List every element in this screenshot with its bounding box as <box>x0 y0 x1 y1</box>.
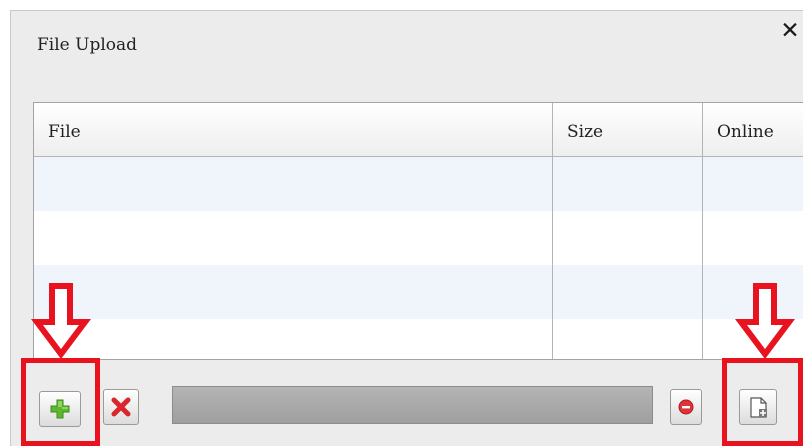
file-upload-dialog: File Upload File Size Online <box>10 10 803 446</box>
table-row[interactable] <box>34 211 803 265</box>
close-icon: ✕ <box>780 18 800 44</box>
down-arrow-icon <box>735 283 795 358</box>
column-header-online[interactable]: Online <box>702 103 803 156</box>
close-button[interactable]: ✕ <box>778 19 802 43</box>
column-divider <box>552 157 553 359</box>
red-x-icon <box>111 397 131 417</box>
highlight-box-add <box>21 358 100 446</box>
minus-circle-icon <box>678 399 694 415</box>
title-bar: File Upload <box>11 11 803 81</box>
grid-rows <box>34 157 803 359</box>
grid-header: File Size Online <box>34 103 803 157</box>
table-row[interactable] <box>34 319 803 359</box>
upload-progress-bar <box>172 386 653 424</box>
file-grid[interactable]: File Size Online <box>33 102 803 360</box>
highlight-box-upload <box>722 358 803 446</box>
column-header-size[interactable]: Size <box>552 103 702 156</box>
column-divider <box>702 157 703 359</box>
table-row[interactable] <box>34 265 803 319</box>
table-row[interactable] <box>34 157 803 211</box>
dialog-title: File Upload <box>37 35 138 55</box>
stop-upload-button[interactable] <box>670 389 702 425</box>
column-header-file[interactable]: File <box>34 103 552 156</box>
down-arrow-icon <box>31 283 91 358</box>
remove-file-button[interactable] <box>103 389 139 425</box>
